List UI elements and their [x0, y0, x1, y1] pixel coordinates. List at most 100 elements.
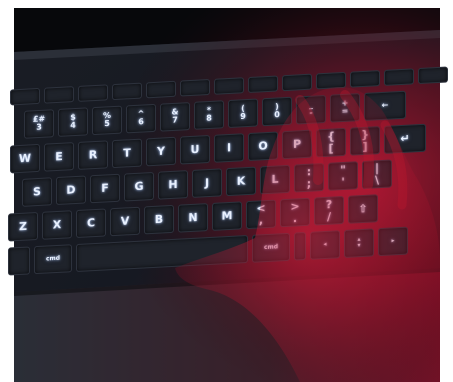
key-label: cmd: [45, 254, 61, 263]
number-row-key-4: & 7: [160, 102, 190, 132]
home-row-key-3: G: [124, 171, 154, 202]
home-row-key-2: F: [90, 173, 120, 204]
space-row-key-3: cmd: [252, 232, 290, 263]
key-label: D: [66, 183, 76, 197]
number-row-key-9: + =: [330, 93, 360, 123]
key-label: ( 9: [240, 103, 246, 122]
key-label: [9, 260, 29, 261]
qwerty-row-key-10: } ]: [350, 126, 380, 156]
key-label: S: [33, 185, 41, 199]
key-label: [79, 92, 107, 93]
key-label: [215, 85, 243, 86]
space-row-key-4: [294, 231, 306, 261]
home-row-key-6: K: [226, 166, 256, 197]
function-row-key-0: [10, 87, 40, 106]
key-label: ^ 6: [137, 109, 145, 127]
function-row-key-9: [316, 71, 346, 90]
key-label: * 8: [206, 105, 212, 124]
key-label: [11, 96, 39, 97]
function-row-key-7: [248, 75, 278, 94]
key-label: < ,: [256, 201, 266, 227]
key-label: [295, 246, 305, 247]
number-row-key-6: ( 9: [228, 98, 258, 129]
number-row-key-2: % 5: [92, 105, 122, 136]
key-label: [249, 83, 277, 84]
space-row-key-1: cmd: [34, 244, 72, 275]
number-row-key-10: ←: [364, 90, 406, 121]
key-label: : ;: [306, 165, 312, 190]
key-label: ? /: [325, 198, 333, 223]
key-label: O: [258, 139, 268, 153]
function-row-key-10: [350, 70, 380, 88]
number-row-key-8: _ -: [296, 94, 326, 125]
function-row-key-5: [180, 78, 210, 97]
key-label: [181, 87, 209, 88]
key-label: ⇧: [358, 201, 368, 216]
key-label: ◂: [323, 240, 327, 248]
number-row-key-5: * 8: [194, 100, 224, 130]
bottom-row-key-6: M: [212, 201, 242, 231]
key-label: T: [123, 146, 131, 160]
key-label: [77, 249, 247, 258]
qwerty-row-key-7: O: [248, 131, 278, 162]
function-row-key-8: [282, 73, 312, 92]
key-label: H: [168, 177, 178, 192]
key-label: Z: [19, 219, 27, 234]
key-label: R: [88, 148, 98, 162]
home-row-key-7: L: [260, 164, 290, 195]
bottom-row-key-0: Z: [8, 212, 38, 242]
key-label: ←: [381, 100, 389, 110]
key-label: G: [134, 179, 144, 194]
key-label: & 7: [171, 107, 179, 125]
key-label: [113, 91, 141, 92]
bottom-row-key-9: ? /: [314, 195, 344, 226]
bottom-row-key-8: > .: [280, 197, 310, 228]
key-label: [147, 89, 175, 90]
number-row-key-0: £# 3: [24, 109, 54, 139]
key-label: F: [101, 181, 109, 195]
qwerty-row-key-6: I: [214, 133, 244, 163]
key-label: [351, 78, 379, 79]
home-row-key-10: | \: [362, 159, 392, 190]
home-row-key-0: S: [22, 177, 52, 207]
function-row-key-11: [384, 68, 414, 86]
key-label: X: [52, 218, 62, 232]
qwerty-row-key-9: { [: [316, 127, 346, 158]
home-row-key-5: J: [192, 168, 222, 198]
space-row-key-7: ▸: [378, 226, 408, 257]
key-label: L: [271, 172, 279, 186]
key-label: N: [188, 210, 198, 225]
home-row-key-9: " ': [328, 161, 358, 191]
key-label: ↵: [400, 131, 410, 146]
key-label: I: [226, 141, 232, 155]
key-label: M: [221, 209, 233, 223]
number-row-key-7: ) 0: [262, 96, 292, 127]
key-label: { [: [327, 129, 335, 155]
bottom-row-key-1: X: [42, 210, 72, 240]
key-label: [283, 82, 311, 83]
key-label: [45, 94, 73, 95]
key-label: $ 4: [70, 112, 76, 131]
key-label: ▸: [391, 237, 395, 245]
key-label: £# 3: [32, 114, 46, 133]
bottom-row-key-4: B: [144, 204, 174, 235]
function-row-key-4: [146, 80, 176, 99]
key-label: _ -: [309, 100, 313, 118]
function-row-key-1: [44, 86, 74, 104]
key-label: ) 0: [274, 101, 280, 120]
number-row-key-3: ^ 6: [126, 103, 156, 134]
space-row-key-5: ◂: [310, 230, 340, 260]
key-label: E: [55, 149, 63, 164]
qwerty-row-key-3: T: [112, 138, 142, 169]
key-label: > .: [290, 199, 300, 225]
home-row-key-1: D: [56, 175, 86, 206]
key-label: Y: [157, 144, 165, 158]
key-label: + =: [341, 98, 349, 117]
qwerty-row-key-1: E: [44, 142, 74, 172]
qwerty-row-key-11: ↵: [384, 123, 426, 154]
qwerty-row-key-0: W: [10, 143, 40, 174]
key-label: ▴ ▾: [357, 235, 361, 250]
key-label: cmd: [263, 243, 279, 252]
bottom-row-key-10: ⇧: [348, 194, 378, 224]
key-label: K: [236, 174, 246, 188]
